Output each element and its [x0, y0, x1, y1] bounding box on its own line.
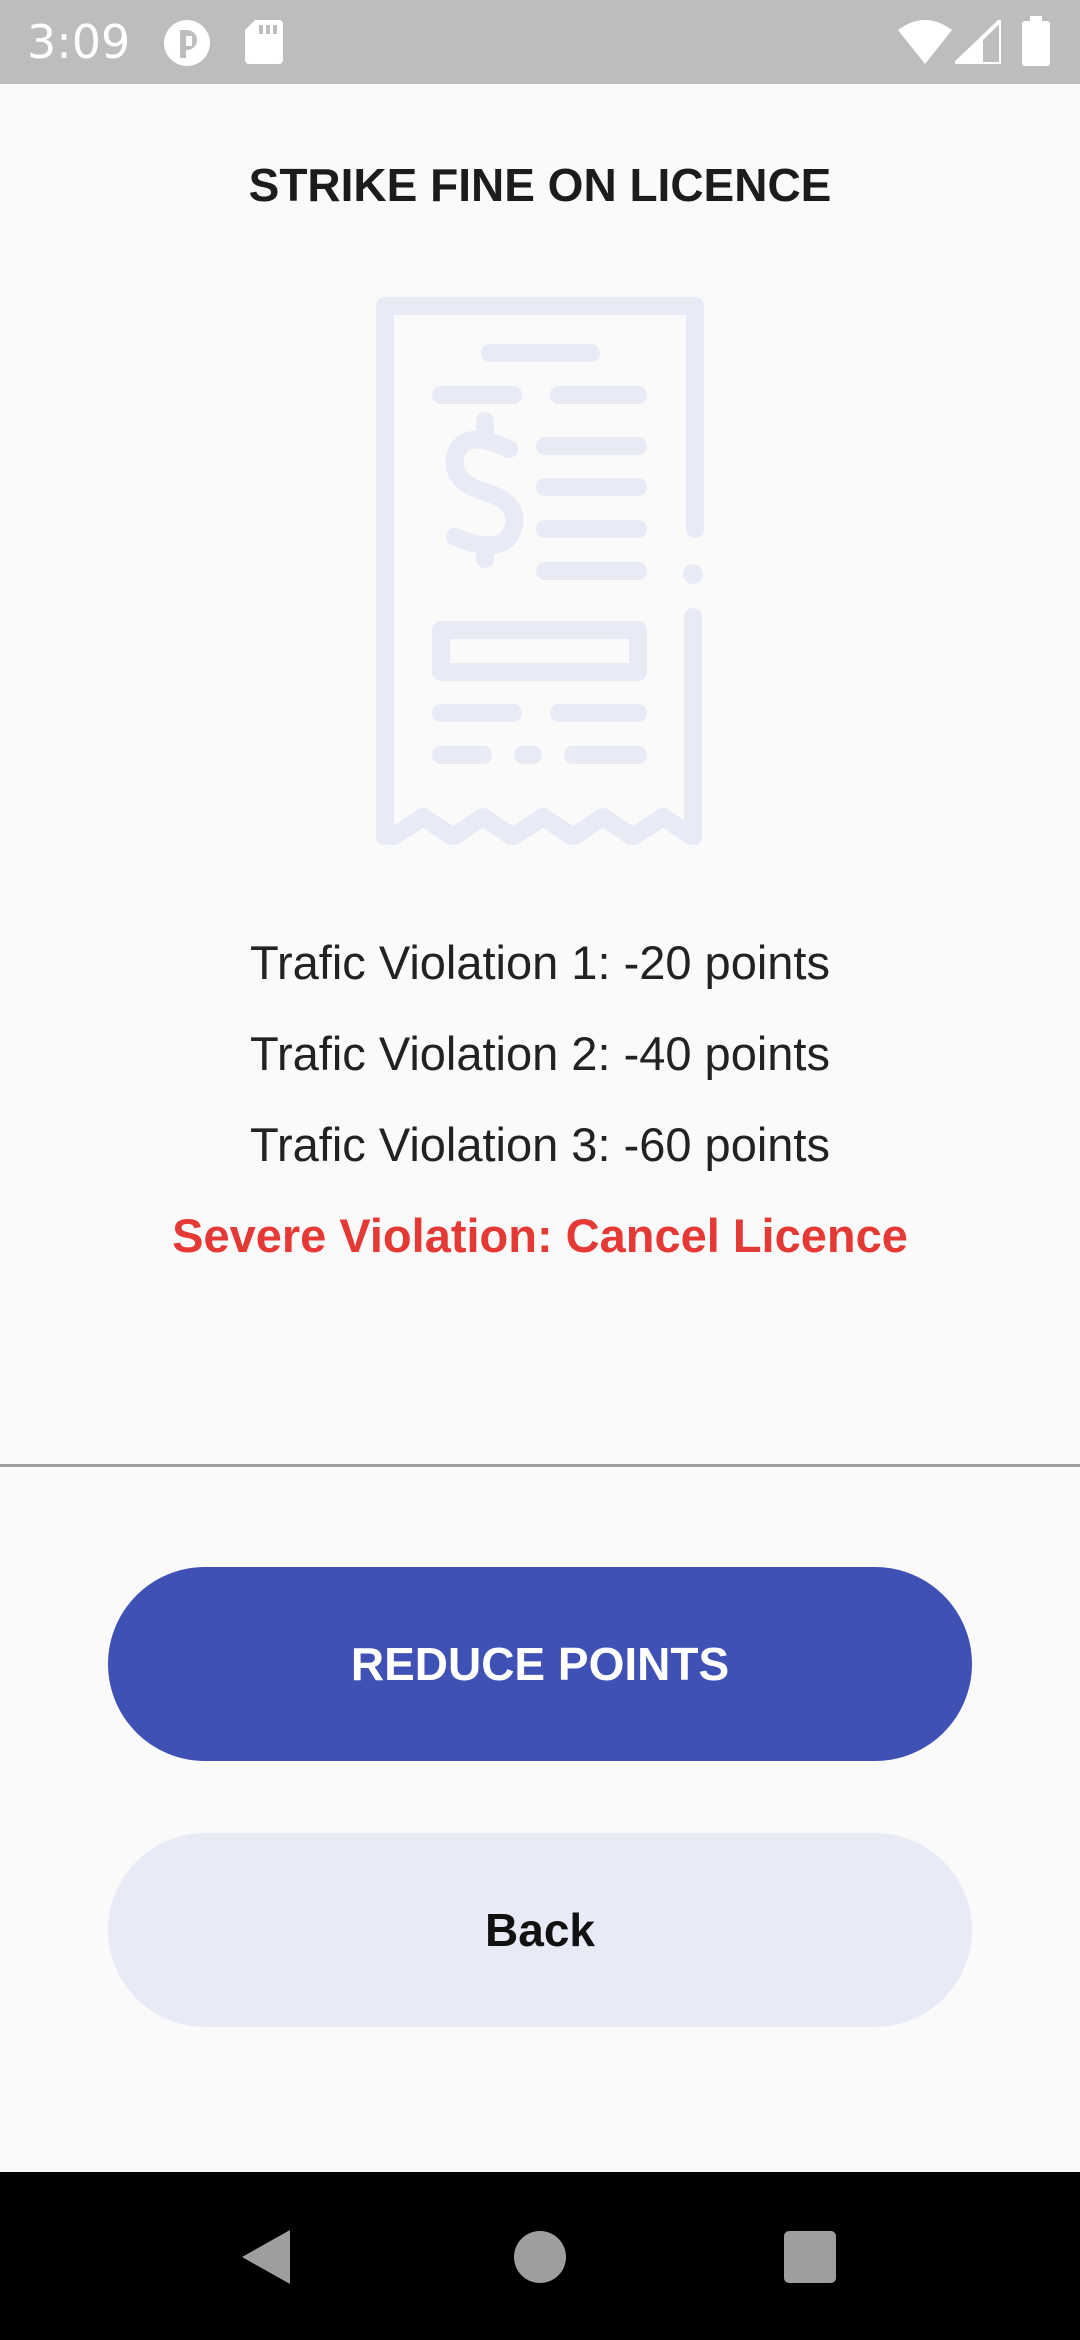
- violation-item-3: Trafic Violation 3: -60 points: [250, 1118, 830, 1171]
- violation-item-1: Trafic Violation 1: -20 points: [250, 936, 830, 989]
- back-button[interactable]: Back: [108, 1833, 972, 2027]
- page-title: STRIKE FINE ON LICENCE: [248, 159, 832, 211]
- wifi-icon: [898, 20, 952, 64]
- receipt-icon: [376, 297, 704, 845]
- data-saver-icon: [164, 20, 210, 66]
- navigation-bar: [0, 2172, 1080, 2340]
- home-circle-icon[interactable]: [513, 2230, 567, 2284]
- recents-square-icon[interactable]: [784, 2231, 836, 2283]
- back-triangle-icon[interactable]: [240, 2228, 292, 2286]
- reduce-points-button[interactable]: REDUCE POINTS: [108, 1567, 972, 1761]
- status-bar: 3:09: [0, 0, 1080, 84]
- status-time: 3:09: [27, 15, 131, 69]
- violations-list: Trafic Violation 1: -20 points Trafic Vi…: [0, 925, 1080, 1274]
- battery-icon: [1022, 16, 1050, 66]
- severe-violation-text: Severe Violation: Cancel Licence: [172, 1209, 908, 1262]
- divider: [0, 1464, 1080, 1467]
- cell-signal-icon: [955, 20, 1001, 64]
- sd-card-icon: [245, 20, 283, 64]
- violation-item-2: Trafic Violation 2: -40 points: [250, 1027, 830, 1080]
